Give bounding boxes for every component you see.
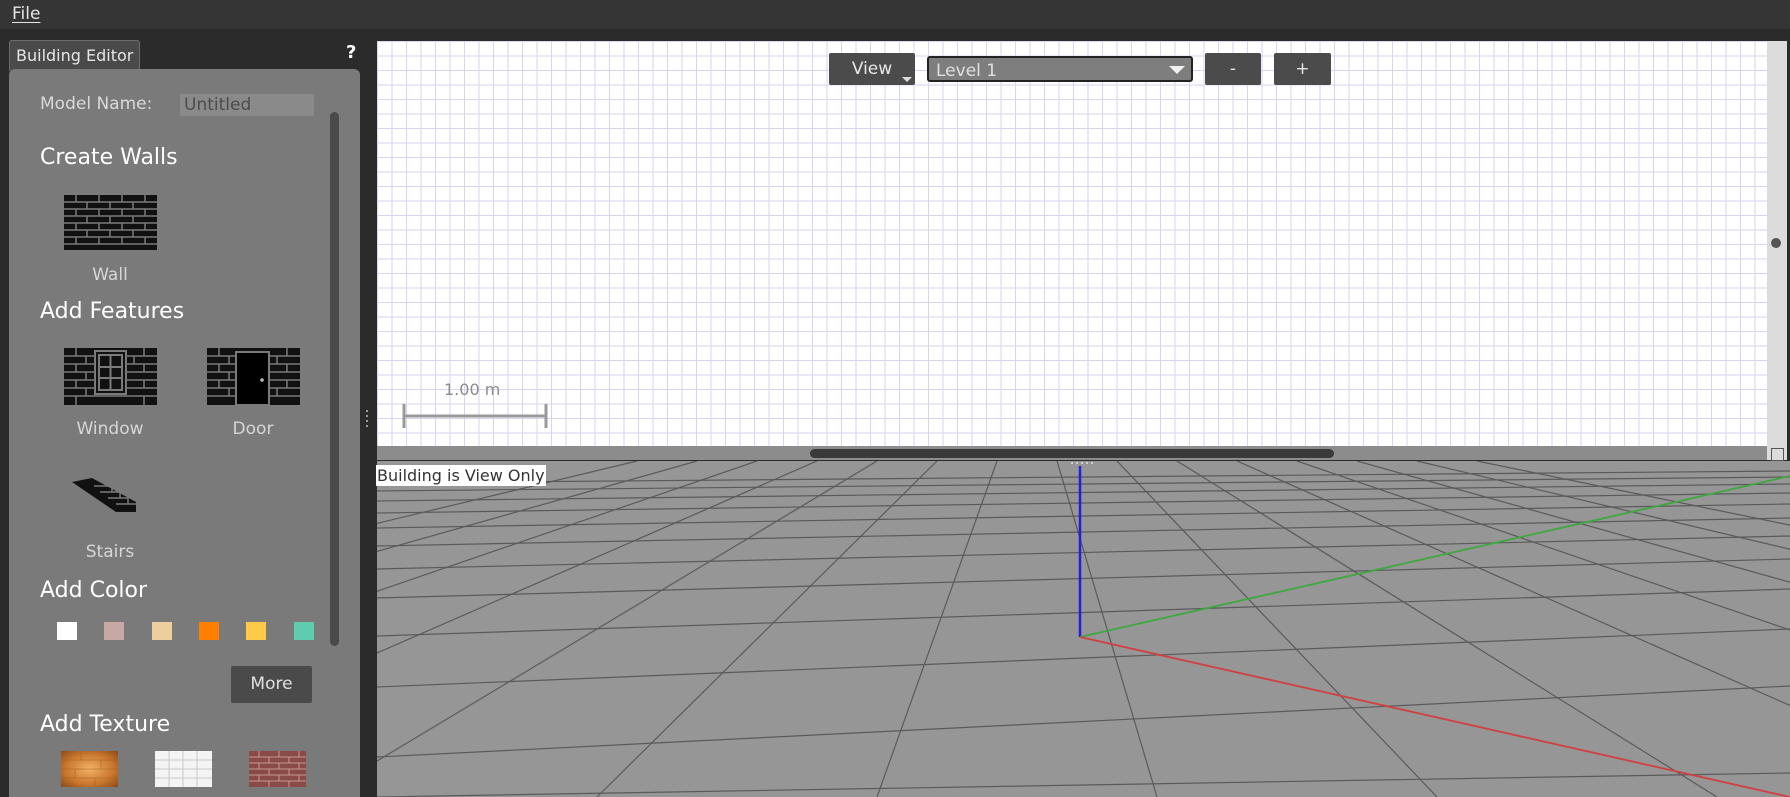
wood-texture-icon (61, 751, 118, 787)
door-tool[interactable] (207, 348, 300, 409)
color-swatch-yellow[interactable] (246, 622, 266, 640)
view-menu-label: View (851, 59, 893, 79)
tab-building-editor[interactable]: Building Editor (9, 40, 141, 71)
texture-tiles[interactable] (155, 751, 212, 791)
plan-view-2d[interactable] (377, 41, 1767, 446)
panel-scrollbar[interactable] (330, 112, 339, 646)
wall-tool[interactable] (64, 195, 157, 254)
stairs-icon (72, 478, 136, 512)
level-select-value: Level 1 (936, 61, 998, 81)
level-select[interactable]: Level 1 (927, 56, 1193, 82)
color-swatch-teal[interactable] (294, 622, 314, 640)
stairs-tool[interactable] (72, 478, 136, 518)
ground-grid (377, 461, 1790, 797)
stairs-label: Stairs (85, 542, 135, 562)
door-icon (207, 348, 300, 406)
wall-icon (64, 195, 157, 250)
scale-bar-label: 1.00 m (444, 380, 501, 399)
plan-vertical-scrollbar[interactable] (1767, 41, 1787, 460)
add-features-heading: Add Features (40, 299, 185, 324)
zoom-out-button[interactable]: - (1205, 53, 1261, 85)
color-swatch-tan[interactable] (152, 622, 172, 640)
menu-bar: File (0, 0, 1790, 29)
texture-wood[interactable] (61, 751, 118, 791)
color-swatch-rose[interactable] (104, 622, 124, 640)
window-icon (64, 348, 157, 405)
tiles-texture-icon (155, 751, 212, 787)
wall-label: Wall (92, 265, 128, 285)
x-axis (1079, 636, 1790, 797)
view-menu-arrow-icon (902, 77, 912, 82)
color-swatch-white[interactable] (57, 622, 77, 640)
door-label: Door (232, 419, 274, 439)
view-splitter-handle[interactable] (1071, 462, 1093, 465)
help-button[interactable]: ? (346, 42, 356, 63)
add-texture-heading: Add Texture (40, 712, 171, 737)
add-color-heading: Add Color (40, 578, 148, 603)
bricks-texture-icon (249, 751, 306, 787)
scene-view-3d[interactable] (377, 461, 1790, 797)
model-name-label: Model Name: (40, 94, 153, 114)
window-tool[interactable] (64, 348, 157, 409)
plan-horizontal-scroll-thumb[interactable] (810, 449, 1334, 458)
plan-vertical-scroll-thumb[interactable] (1771, 238, 1781, 248)
view-only-status: Building is View Only (376, 465, 546, 486)
menu-file[interactable]: File (12, 4, 40, 24)
view-menu-button[interactable]: View (829, 53, 915, 85)
scroll-corner (1771, 448, 1784, 461)
y-axis (1079, 475, 1790, 638)
texture-bricks[interactable] (249, 751, 306, 791)
zoom-in-button[interactable]: + (1274, 53, 1331, 85)
create-walls-heading: Create Walls (40, 145, 178, 170)
chevron-down-icon (1169, 66, 1185, 74)
color-swatch-orange[interactable] (199, 622, 219, 640)
model-name-input[interactable] (180, 94, 314, 116)
scale-bar (402, 404, 548, 428)
panel-splitter-handle[interactable] (366, 410, 369, 432)
more-colors-button[interactable]: More (231, 666, 312, 703)
window-label: Window (76, 419, 144, 439)
